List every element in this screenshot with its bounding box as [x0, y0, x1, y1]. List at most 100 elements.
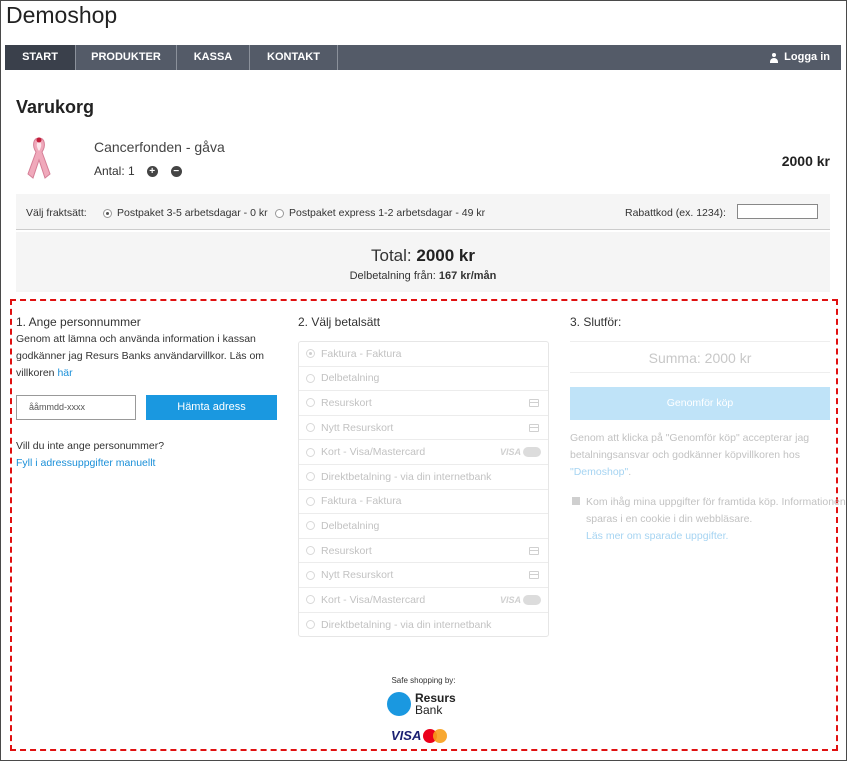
step1-title: 1. Ange personnummer — [16, 315, 141, 329]
no-pnr-block: Vill du inte ange personummer? Fyll i ad… — [16, 438, 164, 472]
fetch-address-button[interactable]: Hämta adress — [146, 395, 277, 420]
saved-info-link[interactable]: Läs mer om sparade uppgifter. — [586, 528, 846, 545]
nav-kontakt[interactable]: KONTAKT — [250, 45, 338, 70]
payment-method-row[interactable]: Kort - Visa/Mastercard VISA — [299, 588, 548, 613]
payment-method-row[interactable]: Resurskort — [299, 391, 548, 416]
login-link[interactable]: Logga in — [769, 45, 841, 70]
payment-method-label: Delbetalning — [321, 372, 380, 385]
mastercard-icon — [523, 447, 541, 458]
remember-line: sparas i en cookie i din webbläsare. — [586, 513, 753, 525]
radio-icon[interactable] — [306, 373, 315, 383]
visa-small-text: VISA — [499, 594, 521, 605]
radio-icon[interactable] — [306, 349, 315, 359]
payment-method-label: Direktbetalning - via din internetbank — [321, 470, 492, 483]
summa-display: Summa: 2000 kr — [570, 341, 830, 373]
radio-icon[interactable] — [306, 447, 315, 457]
cart-title: Varukorg — [16, 97, 95, 117]
discount-code-input[interactable] — [737, 204, 818, 219]
payment-method-label: Direktbetalning - via din internetbank — [321, 618, 492, 631]
purchase-terms-line: Genom att klicka på "Genomför köp" accep… — [570, 432, 810, 444]
terms-here-link[interactable]: här — [57, 367, 72, 379]
radio-icon[interactable] — [306, 546, 315, 556]
radio-icon[interactable] — [275, 208, 284, 218]
shipping-option-label: Postpaket express 1-2 arbetsdagar - 49 k… — [289, 207, 486, 219]
personal-number-input[interactable]: ååmmdd-xxxx — [16, 395, 136, 420]
payment-method-row[interactable]: Nytt Resurskort — [299, 563, 548, 588]
terms-end: . — [628, 466, 632, 478]
step1-terms-line: villkoren — [16, 367, 55, 379]
step1-terms-line: Genom att lämna och använda information … — [16, 333, 256, 345]
step3-title: 3. Slutför: — [570, 315, 622, 329]
shop-title[interactable]: Demoshop — [6, 2, 117, 29]
product-name[interactable]: Cancerfonden - gåva — [94, 139, 225, 155]
shipping-label: Välj fraktsätt: — [26, 207, 87, 219]
radio-icon[interactable] — [306, 521, 315, 531]
shipping-option-label: Postpaket 3-5 arbetsdagar - 0 kr — [117, 207, 268, 219]
payment-method-label: Faktura - Faktura — [321, 495, 402, 508]
total-area: Total: 2000 kr Delbetalning från: 167 kr… — [16, 232, 830, 292]
radio-icon[interactable] — [306, 595, 315, 605]
manual-address-link[interactable]: Fyll i adressuppgifter manuellt — [16, 455, 164, 472]
step1-terms-line-3: villkoren här — [16, 365, 264, 382]
part-payment-value: 167 kr/mån — [438, 270, 497, 282]
quantity-label: Antal: 1 — [94, 164, 135, 178]
step1-terms-text: Genom att lämna och använda information … — [16, 331, 264, 382]
minus-icon[interactable]: − — [170, 165, 182, 177]
pink-ribbon-image — [27, 137, 51, 179]
plus-icon[interactable]: + — [146, 165, 158, 177]
total-prefix: Total: — [371, 246, 412, 265]
shipping-option-standard[interactable]: Postpaket 3-5 arbetsdagar - 0 kr — [103, 207, 268, 219]
quantity-row: Antal: 1 + − — [94, 164, 182, 178]
radio-icon[interactable] — [306, 423, 315, 433]
nav-produkter[interactable]: PRODUKTER — [76, 45, 177, 70]
payment-method-label: Resurskort — [321, 544, 372, 557]
visa-logo: VISA — [391, 728, 422, 743]
remember-checkbox[interactable] — [572, 497, 580, 505]
purchase-terms-line: betalningsansvar och godkänner köpvillko… — [570, 449, 800, 461]
safe-shopping-label: Safe shopping by: — [391, 676, 456, 685]
card-icon — [529, 571, 539, 580]
nav-start[interactable]: START — [5, 45, 76, 70]
resurs-logo-line2: Bank — [415, 703, 443, 717]
payment-method-row[interactable]: Delbetalning — [299, 367, 548, 392]
payment-method-list: Faktura - Faktura Delbetalning Resurskort N… — [298, 341, 549, 637]
payment-method-row[interactable]: Faktura - Faktura — [299, 490, 548, 515]
resurs-logo-text: Resurs Bank — [415, 692, 456, 716]
radio-icon[interactable] — [306, 496, 315, 506]
product-price: 2000 kr — [781, 153, 830, 169]
no-pnr-question: Vill du inte ange personummer? — [16, 440, 165, 452]
mastercard-logo — [423, 728, 448, 743]
radio-icon[interactable] — [306, 398, 315, 408]
card-icon — [529, 399, 539, 408]
payment-method-row[interactable]: Resurskort — [299, 539, 548, 564]
payment-method-label: Delbetalning — [321, 519, 380, 532]
nav-kassa[interactable]: KASSA — [177, 45, 250, 70]
total-value: 2000 kr — [416, 246, 475, 265]
complete-purchase-button[interactable]: Genomför köp — [570, 387, 830, 420]
payment-method-row[interactable]: Nytt Resurskort — [299, 416, 548, 441]
visa-mastercard-icon: VISA — [499, 447, 541, 458]
visa-small-text: VISA — [499, 447, 521, 458]
payment-method-row[interactable]: Kort - Visa/Mastercard VISA — [299, 440, 548, 465]
step1-terms-line: godkänner jag Resurs Banks användarvillk… — [16, 350, 265, 362]
shipping-bar: Välj fraktsätt: Postpaket 3-5 arbetsdaga… — [16, 194, 830, 230]
payment-method-row[interactable]: Delbetalning — [299, 514, 548, 539]
payment-method-label: Kort - Visa/Mastercard — [321, 593, 426, 606]
radio-icon[interactable] — [306, 620, 315, 630]
visa-mastercard-icon: VISA — [499, 594, 541, 605]
payment-method-row[interactable]: Direktbetalning - via din internetbank — [299, 465, 548, 490]
payment-method-row[interactable]: Faktura - Faktura — [299, 342, 548, 367]
radio-icon[interactable] — [103, 208, 112, 218]
payment-method-label: Nytt Resurskort — [321, 569, 394, 582]
resurs-bank-logo: Resurs Bank — [387, 692, 456, 716]
card-logos: VISA — [391, 728, 448, 743]
card-icon — [529, 546, 539, 555]
radio-icon[interactable] — [306, 472, 315, 482]
shipping-option-express[interactable]: Postpaket express 1-2 arbetsdagar - 49 k… — [275, 207, 485, 219]
remember-line: Kom ihåg mina uppgifter för framtida köp… — [586, 496, 846, 508]
demoshop-terms-link[interactable]: "Demoshop" — [570, 466, 628, 478]
part-payment-prefix: Delbetalning från: — [349, 270, 436, 282]
purchase-terms-text: Genom att klicka på "Genomför köp" accep… — [570, 430, 809, 481]
payment-method-row[interactable]: Direktbetalning - via din internetbank — [299, 613, 548, 638]
radio-icon[interactable] — [306, 570, 315, 580]
